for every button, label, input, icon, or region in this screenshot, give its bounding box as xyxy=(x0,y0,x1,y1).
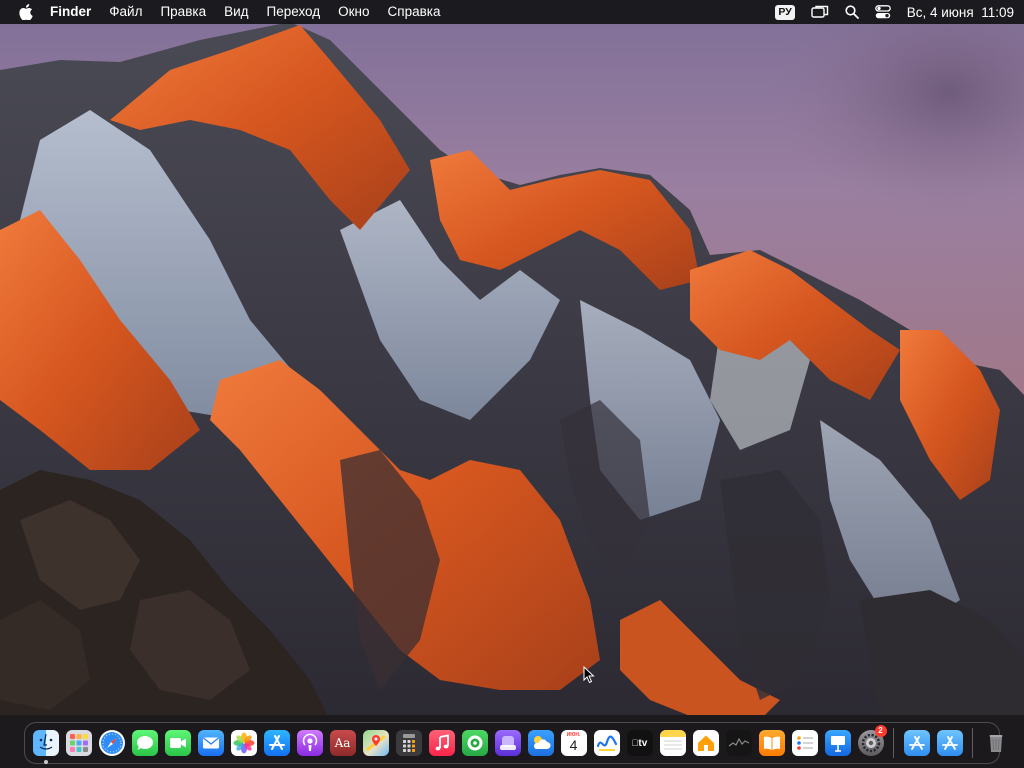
desktop[interactable]: Finder Файл Правка Вид Переход Окно Спра… xyxy=(0,0,1024,768)
podcasts-icon xyxy=(296,730,323,756)
running-indicator xyxy=(43,760,48,764)
launchpad-icon xyxy=(65,730,92,756)
tv-icon: tv xyxy=(626,730,653,756)
spotlight-search-icon[interactable] xyxy=(837,0,867,24)
notification-badge: 2 xyxy=(874,725,887,737)
dock-item-photos[interactable] xyxy=(229,728,259,758)
weather-icon xyxy=(527,730,554,756)
dock-item-podcasts[interactable] xyxy=(295,728,325,758)
menu-bar: Finder Файл Правка Вид Переход Окно Спра… xyxy=(0,0,1024,24)
menu-go[interactable]: Переход xyxy=(258,0,330,24)
dock-item-downloads-folder[interactable] xyxy=(935,728,965,758)
tv-label: tv xyxy=(632,737,648,749)
photos-icon xyxy=(230,730,257,756)
dock-item-app-store[interactable] xyxy=(262,728,292,758)
calendar-day: 4 xyxy=(569,737,578,753)
dictionary-label: Aa xyxy=(334,736,351,750)
safari-icon xyxy=(98,730,125,756)
notes-icon xyxy=(659,730,686,756)
dock-item-calculator[interactable] xyxy=(394,728,424,758)
finder-icon xyxy=(32,730,59,756)
dock-item-freeform[interactable] xyxy=(592,728,622,758)
menu-edit[interactable]: Правка xyxy=(151,0,215,24)
menu-file[interactable]: Файл xyxy=(100,0,151,24)
dictionary-icon: Aa xyxy=(329,730,356,756)
app-menu-finder[interactable]: Finder xyxy=(44,0,100,24)
facetime-icon xyxy=(164,730,191,756)
apple-menu-icon[interactable] xyxy=(16,0,36,24)
home-icon xyxy=(692,730,719,756)
control-center-icon[interactable] xyxy=(867,0,899,24)
calendar-icon: ИЮН. 4 xyxy=(560,730,587,756)
clock-time: 11:09 xyxy=(981,4,1014,20)
calculator-icon xyxy=(395,730,422,756)
dock: Aa ИЮН. 4 tv 2 xyxy=(24,722,1002,764)
dock-item-system-settings[interactable]: 2 xyxy=(856,725,887,758)
dock-item-keynote[interactable] xyxy=(823,728,853,758)
desktop-wallpaper xyxy=(0,0,1024,768)
dock-item-maps[interactable] xyxy=(361,728,391,758)
music-icon xyxy=(428,730,455,756)
dock-item-dictionary[interactable]: Aa xyxy=(328,728,358,758)
reminders-icon xyxy=(791,730,818,756)
dock-item-safari[interactable] xyxy=(97,728,127,758)
dock-item-music[interactable] xyxy=(427,728,457,758)
mail-icon xyxy=(197,730,224,756)
dock-item-purple-app[interactable] xyxy=(493,728,523,758)
messages-icon xyxy=(131,730,158,756)
dock-item-mail[interactable] xyxy=(196,728,226,758)
applications-folder-icon xyxy=(903,730,930,756)
trash-icon xyxy=(983,730,1009,756)
dock-item-home[interactable] xyxy=(691,728,721,758)
dock-item-launchpad[interactable] xyxy=(64,728,94,758)
app-store-icon xyxy=(263,730,290,756)
dock-separator xyxy=(972,728,973,758)
dock-item-find-my[interactable] xyxy=(460,728,490,758)
dock-item-applications-folder[interactable] xyxy=(902,728,932,758)
freeform-icon xyxy=(593,730,620,756)
menu-window[interactable]: Окно xyxy=(329,0,378,24)
dock-item-messages[interactable] xyxy=(130,728,160,758)
keynote-icon xyxy=(824,730,851,756)
downloads-folder-icon xyxy=(936,730,963,756)
maps-icon xyxy=(362,730,389,756)
menu-view[interactable]: Вид xyxy=(215,0,257,24)
dock-item-trash[interactable] xyxy=(981,728,1011,758)
input-source-menu[interactable]: РУ xyxy=(767,0,802,24)
dock-item-stocks[interactable] xyxy=(724,728,754,758)
books-icon xyxy=(758,730,785,756)
purple-app-icon xyxy=(494,730,521,756)
mouse-cursor-icon xyxy=(583,665,595,689)
find-my-icon xyxy=(461,730,488,756)
clock-date: Вс, 4 июня xyxy=(906,4,974,20)
menu-bar-clock[interactable]: Вс, 4 июня 11:09 xyxy=(899,5,1014,20)
dock-item-reminders[interactable] xyxy=(790,728,820,758)
menu-help[interactable]: Справка xyxy=(379,0,450,24)
dock-item-facetime[interactable] xyxy=(163,728,193,758)
input-source-label: РУ xyxy=(775,4,795,20)
dock-item-weather[interactable] xyxy=(526,728,556,758)
dock-item-books[interactable] xyxy=(757,728,787,758)
dock-item-tv[interactable]: tv xyxy=(625,728,655,758)
screen-mirroring-icon[interactable] xyxy=(803,0,837,24)
stocks-icon xyxy=(725,730,752,756)
dock-separator xyxy=(893,728,894,758)
dock-item-finder[interactable] xyxy=(31,728,61,764)
dock-item-notes[interactable] xyxy=(658,728,688,758)
dock-item-calendar[interactable]: ИЮН. 4 xyxy=(559,728,589,758)
